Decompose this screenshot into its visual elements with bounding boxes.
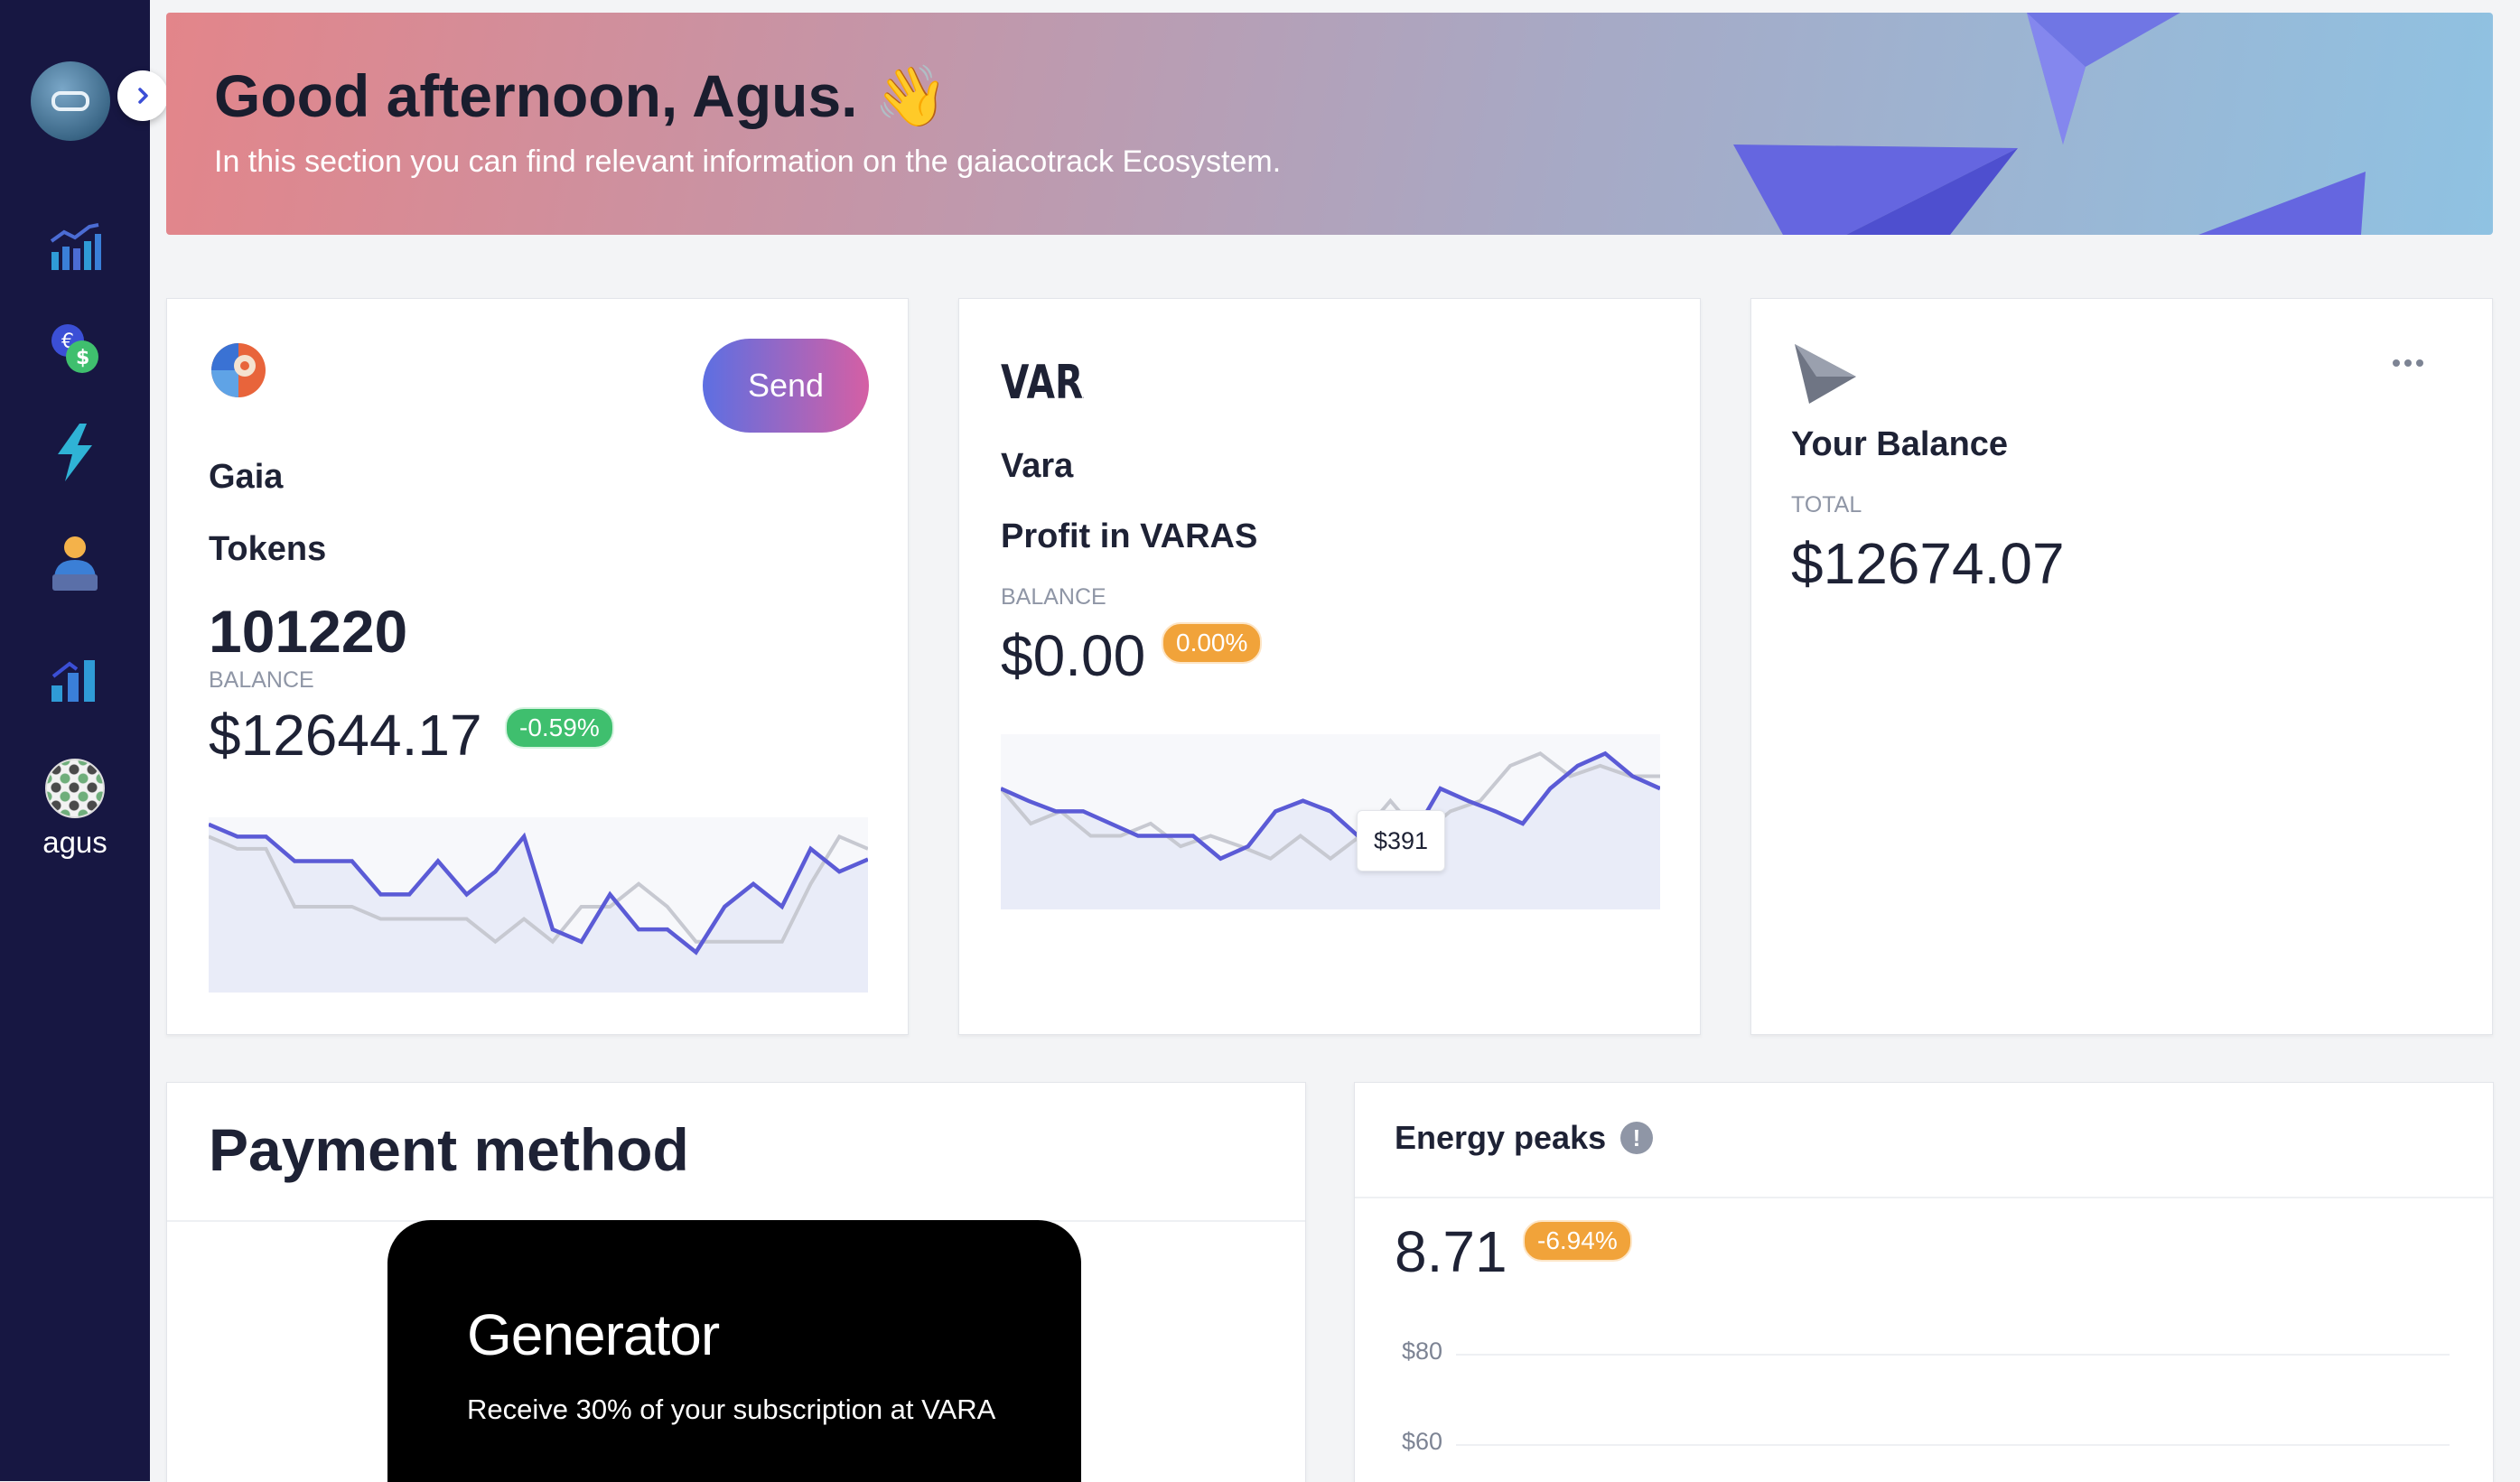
gaia-logo-icon [211, 343, 266, 397]
lightning-icon [58, 424, 92, 481]
sidebar-item-energy[interactable] [45, 423, 105, 482]
sidebar-item-profile[interactable] [45, 535, 105, 594]
gaia-tokens-card: Send Gaia Tokens 101220 BALANCE $12644.1… [166, 298, 909, 1035]
paper-plane-icon [1795, 344, 1856, 404]
token-count: 101220 [209, 598, 408, 665]
your-balance-card: Your Balance TOTAL $12674.07 [1750, 298, 2493, 1035]
vara-title: Vara [1001, 447, 1074, 485]
vara-subtitle: Profit in VARAS [1001, 517, 1258, 555]
divider [1355, 1197, 2493, 1198]
welcome-banner: Good afternoon, Agus. 👋 In this section … [166, 13, 2493, 235]
gaia-sparkline-chart [209, 817, 868, 993]
y-tick-label: $80 [1402, 1338, 1443, 1365]
generator-title: Generator [467, 1302, 720, 1367]
sidebar-item-currency[interactable]: € $ [45, 318, 105, 377]
balance-label: BALANCE [209, 667, 314, 693]
vara-sparkline-chart [1001, 734, 1660, 909]
growth-bars-icon [51, 660, 95, 702]
payment-method-card: Payment method Generator Receive 30% of … [166, 1082, 1306, 1482]
energy-value: 8.71 [1395, 1219, 1507, 1284]
gaia-title: Gaia [209, 458, 284, 496]
avatar [45, 759, 105, 818]
svg-text:$: $ [76, 347, 89, 369]
sidebar-item-analytics[interactable] [45, 217, 105, 276]
greeting-title: Good afternoon, Agus. 👋 [214, 62, 949, 129]
gaia-balance-value: $12644.17 [209, 703, 482, 768]
vara-profit-card: VARA Vara Profit in VARAS BALANCE $0.00 … [958, 298, 1701, 1035]
energy-peaks-title: Energy peaks [1395, 1119, 1607, 1156]
energy-change-badge: -6.94% [1523, 1220, 1632, 1262]
generator-plan-card[interactable]: Generator Receive 30% of your subscripti… [387, 1220, 1081, 1482]
your-balance-title: Your Balance [1791, 425, 2009, 463]
vara-logo: VARA [1001, 355, 1084, 405]
gaia-subtitle: Tokens [209, 530, 327, 568]
sidebar-user[interactable]: agus [18, 759, 132, 860]
currency-exchange-icon: € $ [51, 324, 98, 373]
sidebar-item-growth[interactable] [45, 648, 105, 708]
grid-line [1456, 1444, 2450, 1446]
more-options-icon[interactable] [2393, 355, 2428, 371]
sidebar: € $ agus [0, 0, 168, 1481]
vara-change-badge: 0.00% [1162, 622, 1263, 664]
analytics-icon [50, 223, 101, 270]
energy-peaks-card: Energy peaks 8.71 -6.94% $80 $60 [1354, 1082, 2494, 1482]
gaia-change-badge: -0.59% [505, 707, 614, 749]
y-tick-label: $60 [1402, 1428, 1443, 1455]
app-logo[interactable] [31, 61, 110, 141]
vara-balance-label: BALANCE [1001, 584, 1106, 610]
vara-balance-value: $0.00 [1001, 623, 1146, 688]
send-button[interactable]: Send [703, 339, 869, 433]
chevron-right-icon [138, 88, 148, 104]
payment-method-title: Payment method [209, 1116, 689, 1183]
sidebar-user-name: agus [42, 825, 107, 859]
chart-tooltip: $391 [1357, 810, 1445, 871]
user-laptop-icon [52, 536, 98, 591]
sidebar-toggle-button[interactable] [117, 70, 168, 121]
total-balance-value: $12674.07 [1791, 531, 2065, 596]
grid-line [1456, 1354, 2450, 1356]
total-label: TOTAL [1791, 492, 1862, 517]
greeting-subtitle: In this section you can find relevant in… [214, 144, 1282, 179]
generator-subtitle: Receive 30% of your subscription at VARA [467, 1393, 996, 1425]
svg-text:VARA: VARA [1001, 355, 1084, 405]
info-icon[interactable]: ! [1620, 1122, 1653, 1154]
